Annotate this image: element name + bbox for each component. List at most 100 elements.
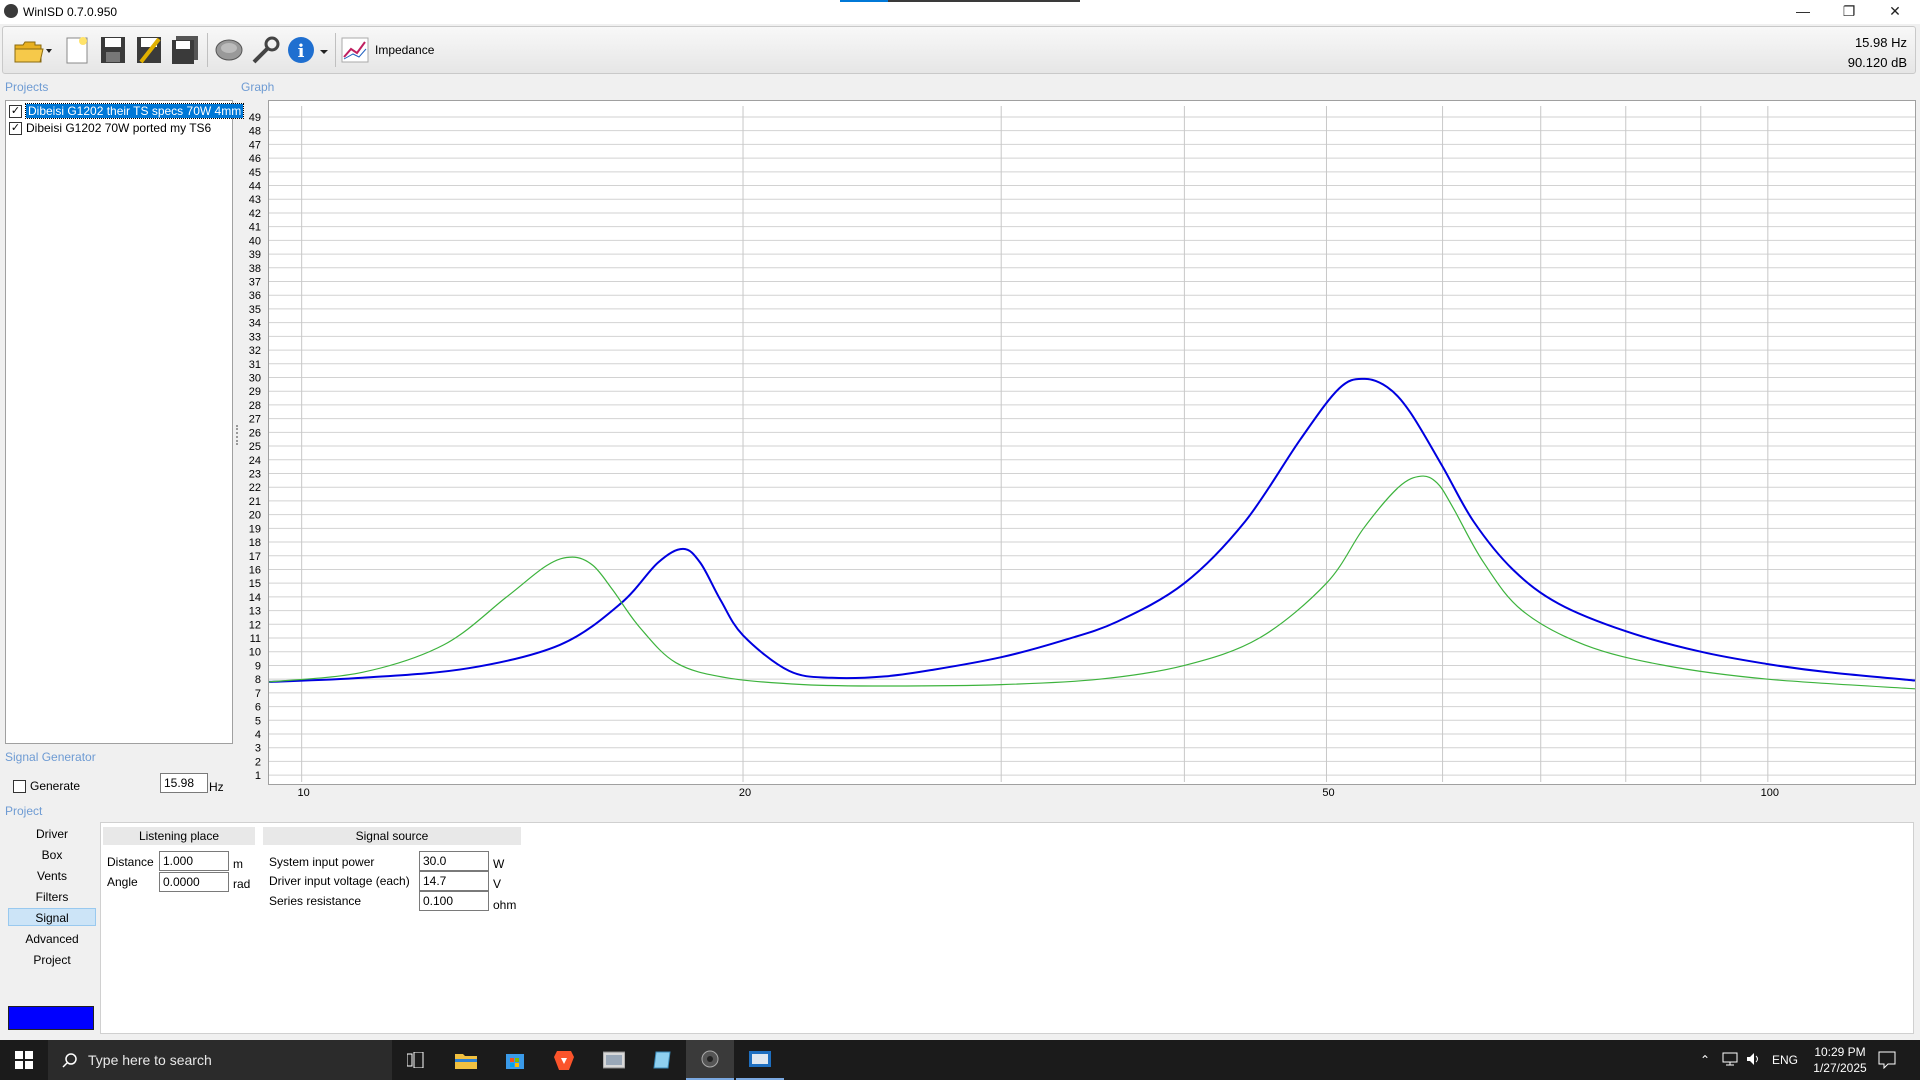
y-tick-label: 48 (249, 126, 261, 138)
winisd-taskbar-icon[interactable] (686, 1040, 734, 1080)
app-icon (4, 4, 18, 18)
driver-editor-icon[interactable] (213, 33, 245, 67)
clock-time: 10:29 PM (1814, 1045, 1866, 1059)
plot-selector-label: Impedance (375, 43, 435, 57)
y-tick-label: 8 (255, 674, 261, 686)
brave-browser-icon[interactable] (540, 1040, 588, 1080)
chart-icon (341, 37, 369, 63)
y-tick-label: 18 (249, 537, 261, 549)
nav-vents[interactable]: Vents (8, 867, 96, 885)
y-tick-label: 17 (249, 551, 261, 563)
wrench-icon[interactable] (249, 33, 281, 67)
save-as-icon[interactable] (133, 33, 165, 67)
y-tick-label: 4 (255, 729, 261, 741)
y-tick-label: 3 (255, 743, 261, 755)
generate-label: Generate (30, 779, 81, 793)
y-tick-label: 42 (249, 208, 261, 220)
volume-icon[interactable] (1746, 1052, 1762, 1069)
project-checkbox[interactable]: ✓ (9, 121, 22, 135)
windows-start-icon[interactable] (0, 1040, 48, 1080)
generate-toggle[interactable]: Generate (13, 779, 80, 793)
open-folder-icon[interactable] (11, 33, 55, 67)
nav-box[interactable]: Box (8, 846, 96, 864)
y-tick-label: 45 (249, 167, 261, 179)
title-bar: WinISD 0.7.0.950 — ❐ ✕ (0, 0, 1920, 24)
y-tick-label: 15 (249, 578, 261, 590)
info-icon[interactable]: i (285, 33, 317, 67)
top-strip-accent (840, 0, 888, 2)
info-dropdown-icon[interactable] (319, 45, 329, 59)
graph-window-taskbar-icon[interactable] (736, 1040, 784, 1080)
input-voltage-label: Driver input voltage (each) (269, 874, 410, 888)
y-tick-label: 19 (249, 523, 261, 535)
y-tick-label: 32 (249, 345, 261, 357)
input-voltage-field[interactable]: 14.7 (419, 871, 489, 891)
graph-label: Graph (241, 80, 275, 94)
signal-generator-label: Signal Generator (5, 750, 96, 764)
generate-checkbox[interactable] (13, 779, 26, 793)
angle-field[interactable]: 0.0000 (159, 872, 229, 892)
clock-date: 1/27/2025 (1813, 1061, 1867, 1075)
y-tick-label: 13 (249, 606, 261, 618)
new-project-icon[interactable] (61, 33, 93, 67)
network-icon[interactable] (1722, 1052, 1738, 1069)
y-tick-label: 7 (255, 688, 261, 700)
y-tick-label: 21 (249, 496, 261, 508)
taskbar-search[interactable]: Type here to search (48, 1040, 392, 1080)
x-tick-label: 100 (1761, 787, 1779, 799)
task-view-icon[interactable] (392, 1040, 440, 1080)
color-button[interactable]: Color (8, 1006, 94, 1030)
taskbar: Type here to search ⌃ ENG 10:29 PM 1/27/… (0, 1040, 1920, 1080)
y-tick-label: 43 (249, 194, 261, 206)
y-tick-label: 28 (249, 400, 261, 412)
y-tick-label: 37 (249, 277, 261, 289)
x-tick-label: 50 (1322, 787, 1334, 799)
generator-frequency-field[interactable]: 15.98 (160, 773, 208, 793)
y-tick-label: 20 (249, 510, 261, 522)
nav-filters[interactable]: Filters (8, 888, 96, 906)
y-tick-label: 25 (249, 441, 261, 453)
nav-driver[interactable]: Driver (8, 825, 96, 843)
x-tick-label: 10 (298, 787, 310, 799)
y-tick-label: 34 (249, 318, 261, 330)
nav-advanced[interactable]: Advanced (8, 930, 96, 948)
readout-frequency: 15.98 Hz (1854, 35, 1907, 50)
notepad-icon[interactable] (638, 1040, 686, 1080)
nav-project[interactable]: Project (8, 951, 96, 969)
impedance-chart[interactable]: 1234567891011121314151617181920212223242… (232, 98, 1918, 804)
y-tick-label: 26 (249, 427, 261, 439)
tray-overflow-icon[interactable]: ⌃ (1700, 1053, 1710, 1067)
plot-selector[interactable]: Impedance (341, 35, 434, 65)
toolbar-separator (335, 33, 336, 67)
project-name[interactable]: Dibeisi G1202 70W ported my TS6 (26, 121, 211, 135)
y-tick-label: 36 (249, 290, 261, 302)
input-power-label: System input power (269, 855, 375, 869)
distance-field[interactable]: 1.000 (159, 851, 229, 871)
file-explorer-icon[interactable] (442, 1040, 490, 1080)
notifications-icon[interactable] (1878, 1051, 1896, 1072)
restore-icon[interactable]: ❐ (1826, 0, 1872, 22)
nav-signal[interactable]: Signal (8, 908, 96, 926)
project-name[interactable]: Dibeisi G1202 their TS specs 70W 4mm (24, 103, 245, 119)
y-tick-label: 9 (255, 660, 261, 672)
listening-place-header: Listening place (103, 827, 255, 845)
svg-text:i: i (298, 41, 305, 62)
app-window-icon[interactable] (590, 1040, 638, 1080)
toolbar: i Impedance 15.98 Hz 90.120 dB (2, 26, 1916, 74)
projects-label: Projects (5, 80, 49, 94)
series-resistance-label: Series resistance (269, 894, 362, 908)
project-row[interactable]: ✓ Dibeisi G1202 their TS specs 70W 4mm (9, 103, 245, 119)
y-tick-label: 49 (249, 112, 261, 124)
series-resistance-field[interactable]: 0.100 (419, 891, 489, 911)
y-tick-label: 39 (249, 249, 261, 261)
project-checkbox[interactable]: ✓ (9, 104, 22, 118)
close-icon[interactable]: ✕ (1872, 0, 1918, 22)
store-icon[interactable] (491, 1040, 539, 1080)
save-icon[interactable] (97, 33, 129, 67)
minimize-icon[interactable]: — (1780, 0, 1826, 22)
language-indicator[interactable]: ENG (1772, 1053, 1798, 1067)
save-all-icon[interactable] (169, 33, 201, 67)
input-power-field[interactable]: 30.0 (419, 851, 489, 871)
clock[interactable]: 10:29 PM 1/27/2025 (1808, 1044, 1872, 1076)
project-row[interactable]: ✓ Dibeisi G1202 70W ported my TS6 (9, 120, 211, 136)
